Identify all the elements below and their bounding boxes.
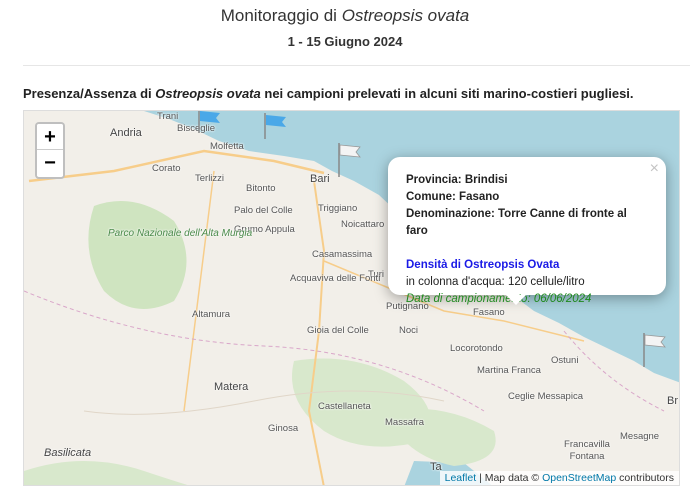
site-popup: × Provincia: Brindisi Comune: Fasano Den… [388, 157, 666, 305]
popup-comune: Comune: Fasano [406, 189, 648, 206]
section-heading: Presenza/Assenza di Ostreopsis ovata nei… [23, 86, 634, 101]
place-label: Matera [214, 381, 249, 393]
provincia-value: Brindisi [464, 174, 508, 186]
place-label: Ginosa [268, 423, 299, 434]
place-label: Ostuni [551, 355, 579, 366]
title-prefix: Monitoraggio di [220, 6, 337, 25]
density-title: Densità di Ostreopsis Ovata [406, 259, 560, 271]
title-species: Ostreopsis ovata [341, 6, 470, 25]
place-label: Casamassima [312, 249, 373, 260]
flag-white-icon[interactable] [641, 333, 669, 367]
place-label: Trani [157, 111, 179, 122]
provincia-label: Provincia: [406, 174, 462, 186]
place-label: Triggiano [318, 203, 358, 214]
flag-white-icon[interactable] [336, 143, 364, 177]
popup-provincia: Provincia: Brindisi [406, 172, 648, 189]
leaflet-map[interactable]: Trani Bisceglie Andria Molfetta Corato T… [23, 110, 680, 486]
denominazione-label: Denominazione: [406, 208, 495, 220]
place-label: Andria [110, 127, 142, 139]
place-label: Castellaneta [318, 401, 371, 412]
place-label: Noicattaro [341, 219, 385, 230]
zoom-out-button[interactable]: − [37, 150, 63, 176]
map-attribution: Leaflet | Map data © OpenStreetMap contr… [439, 471, 679, 485]
flag-blue-icon[interactable] [196, 110, 224, 133]
zoom-in-button[interactable]: + [37, 124, 63, 150]
heading-species: Ostreopsis ovata [155, 86, 261, 101]
place-label: Acquaviva delle Fonti [290, 273, 381, 284]
place-label: Francavilla Fontana [564, 439, 610, 462]
place-label: Bari [310, 173, 330, 185]
park-label: Parco Nazionale dell'Alta Murgia [108, 228, 252, 239]
period-subtitle: 1 - 15 Giugno 2024 [287, 34, 403, 49]
density-value: in colonna d'acqua: 120 cellule/litro [406, 276, 585, 288]
place-label: Corato [152, 163, 181, 174]
divider [23, 65, 690, 66]
place-label: Bitonto [246, 183, 276, 194]
osm-link[interactable]: OpenStreetMap [542, 472, 616, 484]
attribution-separator: | Map data © [479, 472, 540, 484]
place-label: Fasano [473, 307, 505, 318]
place-label: Martina Franca [477, 365, 541, 376]
attribution-suffix: contributors [619, 472, 674, 484]
sampling-date: Data di campionamento: 06/06/2024 [406, 293, 592, 305]
place-label: Massafra [385, 417, 425, 428]
place-label: Altamura [192, 309, 231, 320]
leaflet-link[interactable]: Leaflet [445, 472, 477, 484]
place-label: Basilicata [44, 447, 92, 459]
place-label: Br [667, 395, 678, 407]
page-title: Monitoraggio di Ostreopsis ovata [0, 6, 690, 26]
place-label: Terlizzi [195, 173, 225, 184]
heading-prefix: Presenza/Assenza di [23, 86, 152, 101]
comune-label: Comune: [406, 191, 456, 203]
popup-denominazione: Denominazione: Torre Canne di fronte al … [406, 206, 648, 240]
popup-tip [506, 295, 526, 305]
place-label: Locorotondo [450, 343, 503, 354]
flag-blue-icon[interactable] [262, 113, 290, 139]
place-label: Gioia del Colle [307, 325, 369, 336]
close-icon[interactable]: × [650, 160, 659, 177]
place-label: Ceglie Messapica [508, 391, 583, 402]
comune-value: Fasano [459, 191, 500, 203]
heading-suffix: nei campioni prelevati in alcuni siti ma… [264, 86, 634, 101]
place-label: Noci [399, 325, 419, 336]
place-label: Mesagne [620, 431, 660, 442]
place-label: Molfetta [210, 141, 244, 152]
zoom-control: + − [35, 122, 65, 179]
place-label: Palo del Colle [234, 205, 293, 216]
